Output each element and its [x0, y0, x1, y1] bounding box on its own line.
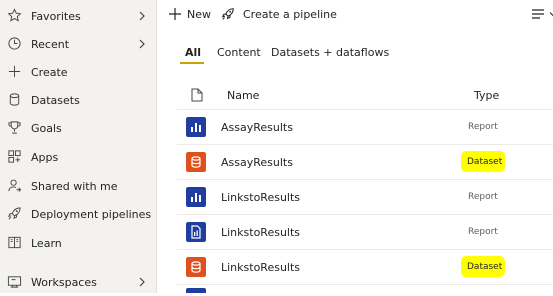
tab-content[interactable]: Content	[217, 46, 261, 59]
item-name[interactable]: LinkstoResults	[221, 226, 300, 239]
sidebar: Favorites Recent Create Datasets Goals A…	[0, 0, 157, 293]
chevron-right-icon[interactable]	[137, 277, 147, 287]
sidebar-item-label: Recent	[31, 37, 70, 51]
report-icon	[186, 288, 206, 293]
list-view-icon	[532, 9, 544, 19]
book-icon	[8, 236, 21, 249]
sidebar-item-create[interactable]: Create	[0, 58, 157, 86]
sidebar-item-deployment-pipelines[interactable]: Deployment pipelines	[0, 200, 157, 228]
trophy-icon	[8, 121, 21, 134]
tab-all[interactable]: All	[185, 46, 201, 59]
column-header-name[interactable]: Name	[227, 89, 259, 102]
item-type: Report	[468, 227, 498, 237]
item-type: Dataset	[467, 262, 503, 272]
sidebar-item-favorites[interactable]: Favorites	[0, 2, 157, 30]
item-type: Report	[468, 122, 498, 132]
sidebar-item-label: Datasets	[31, 93, 80, 107]
paginated-report-icon	[186, 222, 206, 242]
chevron-right-icon[interactable]	[137, 39, 147, 49]
plus-icon	[169, 8, 181, 20]
tab-datasets-dataflows[interactable]: Datasets + dataflows	[271, 46, 389, 59]
item-name[interactable]: LinkstoResults	[221, 261, 300, 274]
table-row[interactable]: AssayResults Report	[177, 110, 553, 145]
sidebar-item-apps[interactable]: Apps	[0, 143, 157, 171]
item-type: Report	[468, 192, 498, 202]
clock-icon	[8, 37, 21, 50]
sidebar-item-label: Goals	[31, 121, 62, 135]
database-icon	[9, 93, 20, 106]
item-type: Dataset	[467, 157, 503, 167]
column-header-type[interactable]: Type	[474, 89, 499, 102]
item-name[interactable]: AssayResults	[221, 121, 293, 134]
plus-icon	[8, 65, 21, 78]
tab-bar: All Content Datasets + dataflows	[157, 38, 553, 64]
sidebar-item-label: Favorites	[31, 9, 81, 23]
rocket-icon	[8, 207, 21, 220]
new-button[interactable]: New	[169, 5, 211, 23]
sidebar-item-label: Learn	[31, 236, 62, 250]
sidebar-item-label: Workspaces	[31, 275, 97, 289]
sidebar-item-datasets[interactable]: Datasets	[0, 86, 157, 114]
chevron-down-icon	[549, 12, 553, 17]
table-row[interactable]: AssayResults Dataset	[177, 145, 553, 180]
sidebar-item-recent[interactable]: Recent	[0, 30, 157, 58]
workspaces-icon	[7, 276, 22, 288]
table-row[interactable]: LinkstoResults Report	[177, 180, 553, 215]
sidebar-item-learn[interactable]: Learn	[0, 229, 157, 257]
active-tab-indicator	[180, 62, 204, 64]
star-icon	[7, 8, 22, 22]
create-pipeline-button[interactable]: Create a pipeline	[221, 5, 337, 23]
dataset-icon	[186, 152, 206, 172]
shared-user-icon	[8, 179, 22, 192]
sidebar-item-label: Shared with me	[31, 179, 118, 193]
new-button-label: New	[187, 7, 211, 21]
table-row[interactable]: LinkstoResults Dataset	[177, 250, 553, 285]
document-icon	[191, 88, 203, 102]
table-row[interactable]: LinkstoResults Report	[177, 215, 553, 250]
sidebar-item-goals[interactable]: Goals	[0, 114, 157, 142]
item-name[interactable]: AssayResults	[221, 156, 293, 169]
sidebar-item-shared[interactable]: Shared with me	[0, 172, 157, 200]
toolbar: New Create a pipeline	[157, 0, 553, 28]
report-icon	[186, 117, 206, 137]
rocket-icon	[221, 8, 234, 20]
report-icon	[186, 187, 206, 207]
sidebar-item-label: Create	[31, 65, 68, 79]
sidebar-item-label: Deployment pipelines	[31, 207, 152, 221]
item-name[interactable]: LinkstoResults	[221, 191, 300, 204]
dataset-icon	[186, 257, 206, 277]
apps-icon	[8, 150, 21, 163]
view-options-button[interactable]	[532, 5, 553, 23]
create-pipeline-label: Create a pipeline	[243, 7, 337, 21]
sidebar-item-label: Apps	[31, 150, 59, 164]
sidebar-item-workspaces[interactable]: Workspaces	[0, 268, 157, 296]
chevron-right-icon[interactable]	[137, 11, 147, 21]
